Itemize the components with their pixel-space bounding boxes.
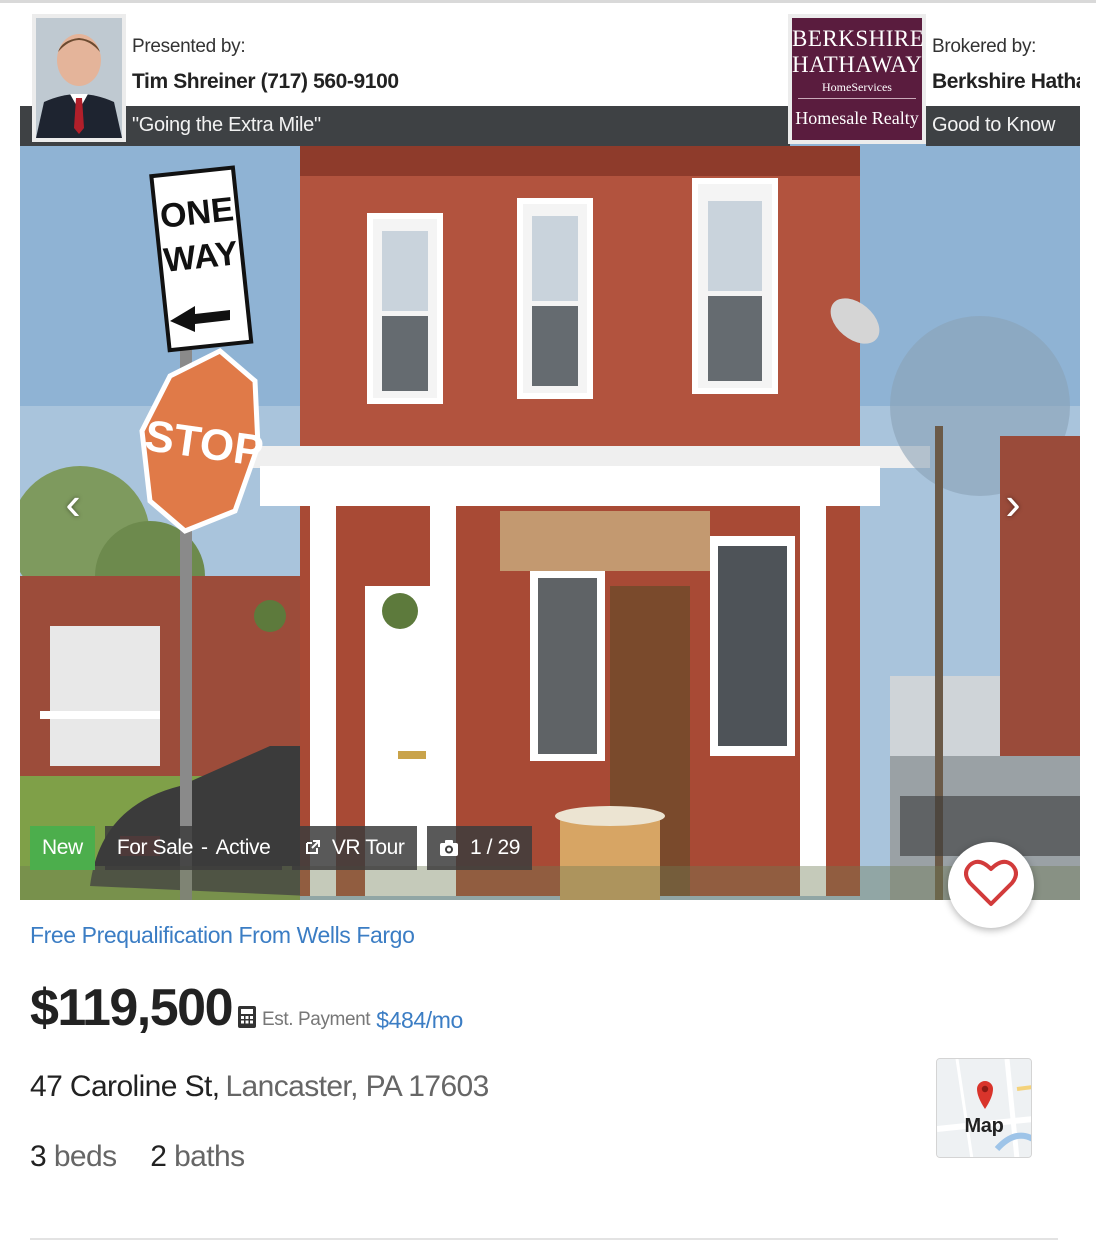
baths-label: baths	[174, 1140, 245, 1173]
photo-count-badge[interactable]: 1 / 29	[426, 826, 533, 870]
estimated-payment[interactable]: Est. Payment $484/mo	[238, 1006, 463, 1034]
favorite-button[interactable]	[948, 842, 1034, 928]
broker-logo-line1: BERKSHIRE	[792, 26, 925, 51]
broker-logo-line3: HomeServices	[822, 80, 892, 94]
vr-tour-button[interactable]: VR Tour	[292, 826, 417, 870]
agent-info: Presented by: Tim Shreiner (717) 560-910…	[126, 12, 788, 106]
beds-label: beds	[53, 1140, 117, 1173]
chevron-right-icon[interactable]: ›	[998, 478, 1028, 528]
broker-logo-line2: HATHAWAY	[792, 52, 923, 77]
broker-name[interactable]: Berkshire Hathaway	[932, 70, 1080, 94]
new-badge: New	[30, 826, 95, 870]
external-link-icon	[304, 836, 331, 859]
broker-info: Brokered by: Berkshire Hathaway	[926, 12, 1080, 106]
broker-logo-line4: Homesale Realty	[795, 108, 919, 128]
calculator-icon	[238, 1006, 262, 1034]
agent-name-phone[interactable]: Tim Shreiner (717) 560-9100	[132, 70, 399, 94]
brokered-by-label: Brokered by:	[932, 36, 1037, 57]
one-way-sign-line2: WAY	[162, 234, 240, 280]
city-state-zip: Lancaster, PA 17603	[225, 1070, 489, 1103]
broker-tagline: Good to Know	[932, 114, 1056, 136]
one-way-sign-line1: ONE	[158, 190, 235, 235]
listing-price: $119,500	[30, 979, 234, 1037]
camera-icon	[439, 836, 470, 859]
prequalification-link[interactable]: Free Prequalification From Wells Fargo	[30, 922, 415, 949]
status-separator: -	[200, 836, 208, 859]
heart-icon	[964, 858, 1018, 913]
listing-photo[interactable]: ONE WAY STOP	[20, 106, 1080, 900]
agent-slogan: "Going the Extra Mile"	[132, 114, 321, 136]
sale-status-badge: For Sale - Active	[104, 826, 283, 870]
bottom-divider	[30, 1238, 1058, 1240]
status-badges: New For Sale - Active VR Tour 1 / 29	[30, 826, 533, 870]
for-sale-label: For Sale	[116, 836, 194, 859]
house-photo-illustration: ONE WAY STOP	[20, 106, 1080, 900]
map-label: Map	[964, 1115, 1004, 1137]
payment-amount[interactable]: $484/mo	[376, 1007, 463, 1034]
agent-avatar[interactable]	[32, 14, 126, 142]
street-address: 47 Caroline St,	[30, 1070, 220, 1103]
agent-banner: Presented by: Tim Shreiner (717) 560-910…	[20, 12, 1080, 146]
broker-logo-rule	[798, 98, 916, 99]
beds-count: 3	[30, 1140, 47, 1173]
top-divider	[0, 0, 1096, 3]
vr-tour-label: VR Tour	[331, 836, 405, 859]
active-label: Active	[215, 836, 271, 859]
payment-label: Est. Payment	[262, 1009, 371, 1030]
map-button[interactable]: Map	[936, 1058, 1032, 1158]
beds-baths: 3 beds 2 baths	[30, 1140, 245, 1174]
baths-count: 2	[150, 1140, 167, 1173]
presented-by-label: Presented by:	[132, 36, 246, 57]
chevron-left-icon[interactable]: ‹	[58, 478, 88, 528]
map-pin-icon	[975, 1079, 995, 1114]
photo-count: 1 / 29	[469, 836, 521, 859]
broker-logo[interactable]: BERKSHIRE HATHAWAY HomeServices Homesale…	[788, 14, 926, 144]
listing-address: 47 Caroline St, Lancaster, PA 17603	[30, 1070, 489, 1104]
